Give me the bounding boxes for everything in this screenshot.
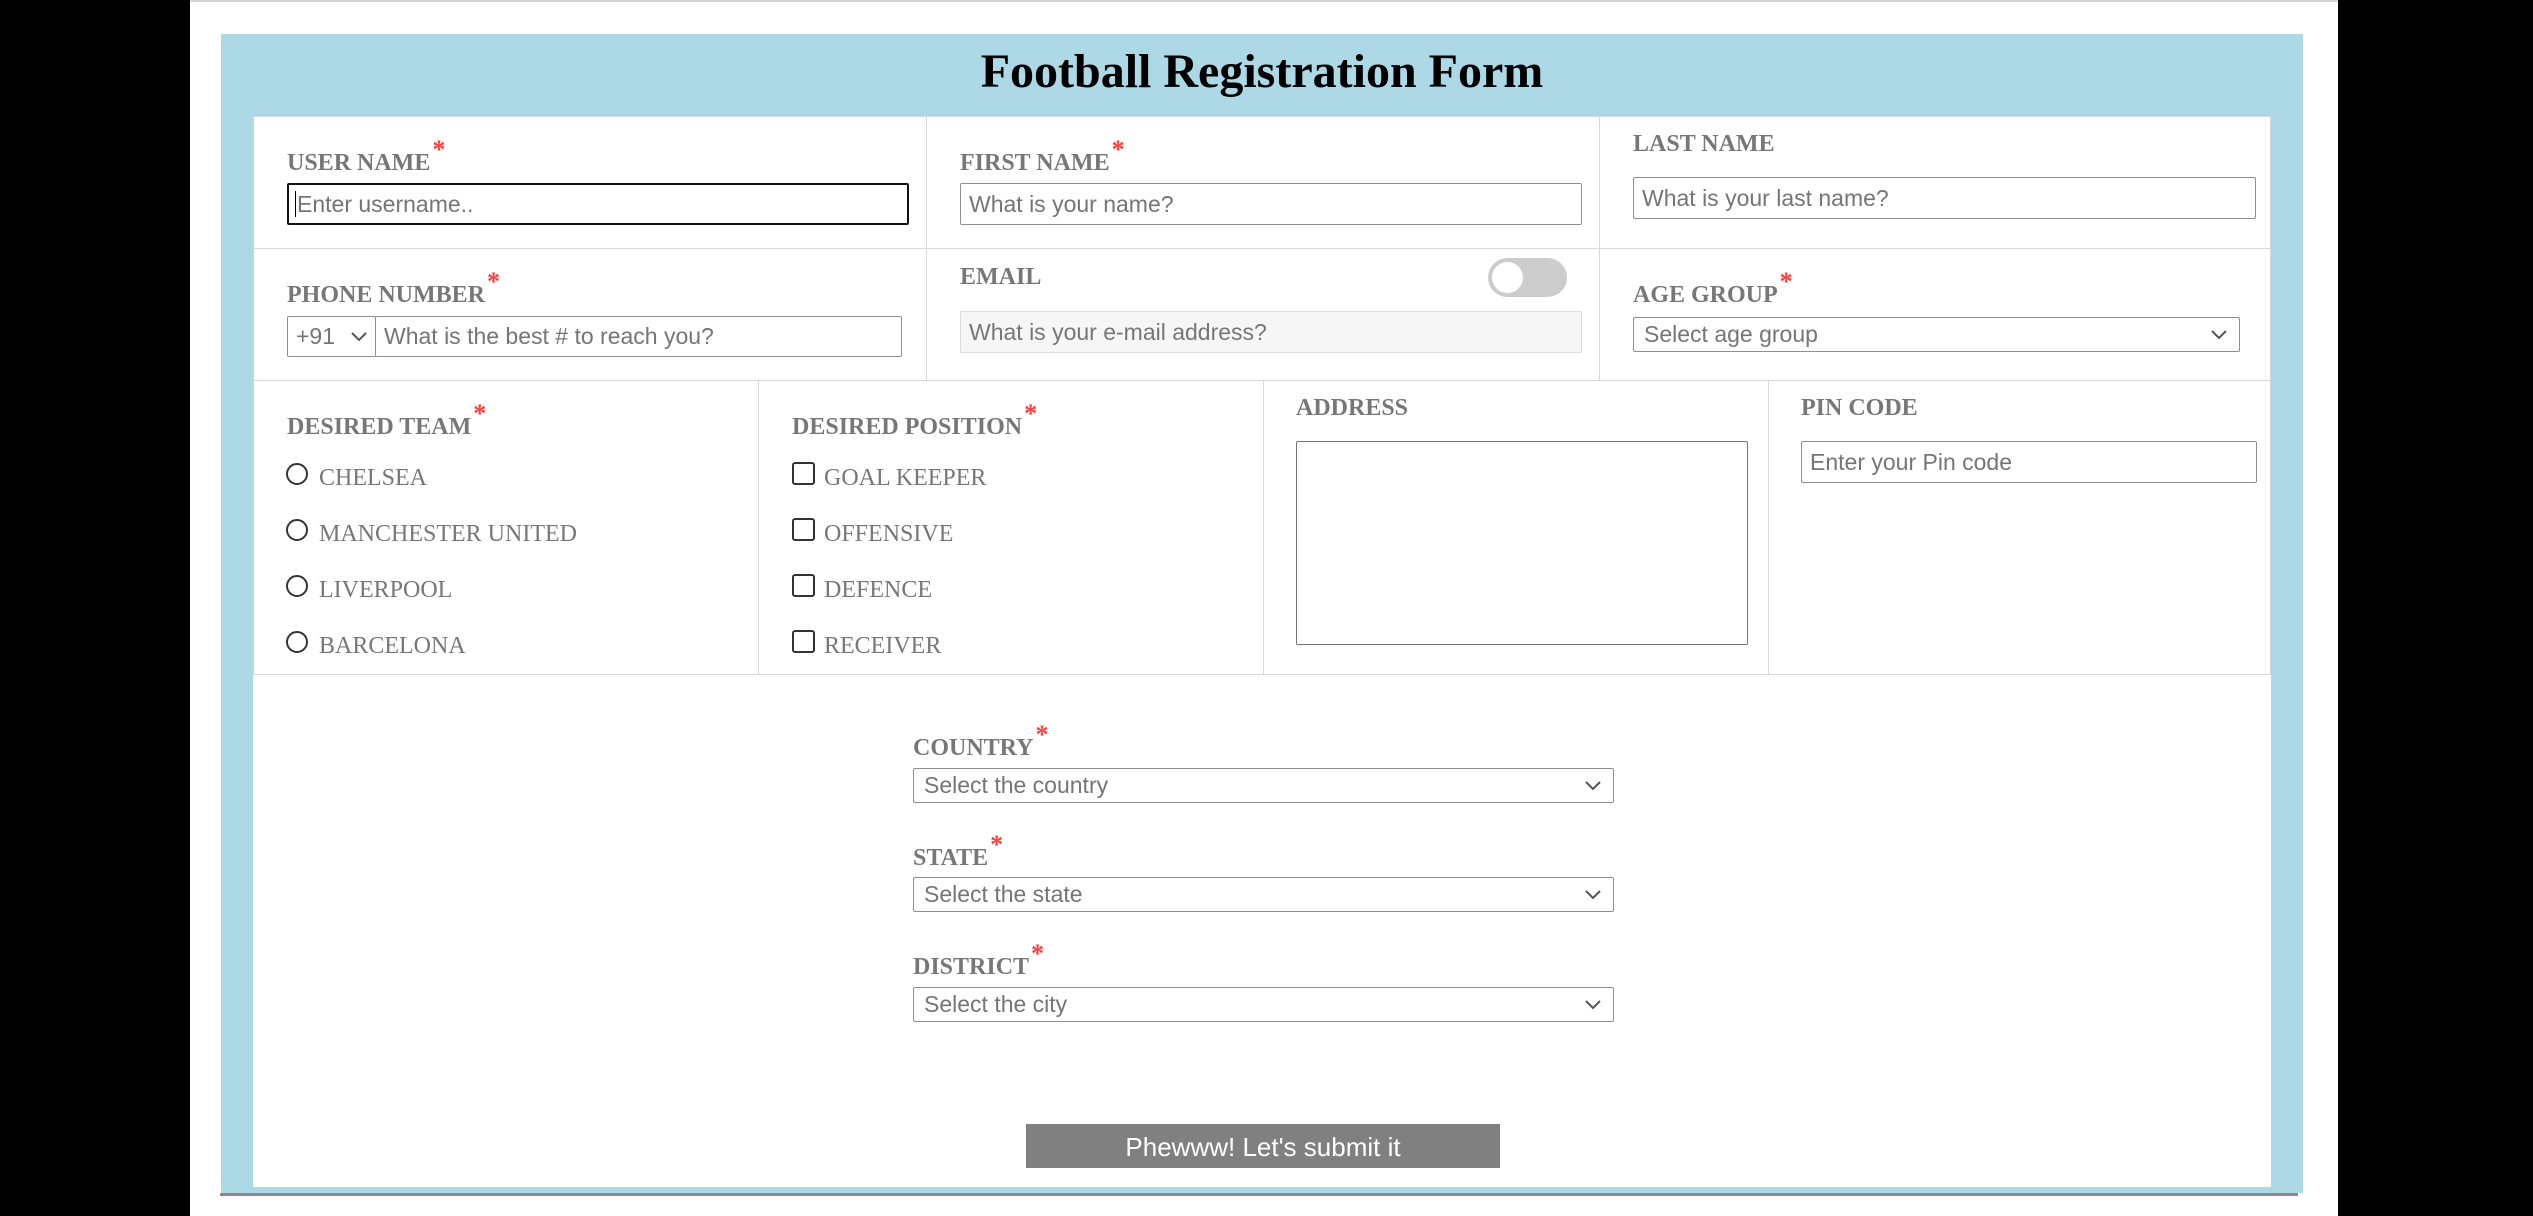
pincode-input[interactable]: Enter your Pin code	[1801, 441, 2257, 483]
required-asterisk: *	[1111, 135, 1125, 164]
checkbox-offensive[interactable]	[792, 518, 815, 541]
firstname-input[interactable]: What is your name?	[960, 183, 1582, 225]
email-cell: EMAIL What is your e-mail address?	[926, 248, 1600, 381]
option-liverpool: LIVERPOOL	[319, 577, 453, 603]
agegroup-value: Select age group	[1644, 321, 1818, 347]
required-asterisk: *	[432, 135, 446, 164]
firstname-label: FIRST NAME*	[960, 135, 1125, 176]
bottom-divider	[220, 1193, 2298, 1196]
chevron-down-icon	[1585, 890, 1601, 900]
district-label: DISTRICT*	[913, 939, 1045, 980]
team-cell: DESIRED TEAM* CHELSEA MANCHESTER UNITED …	[253, 380, 759, 675]
registration-form: USER NAME* Enter username.. FIRST NAME* …	[253, 116, 2271, 1187]
phone-cell: PHONE NUMBER* +91 What is the best # to …	[253, 248, 927, 381]
radio-chelsea[interactable]	[286, 463, 308, 485]
submit-button[interactable]: Phewww! Let's submit it	[1026, 1124, 1500, 1168]
lastname-label: LAST NAME	[1633, 131, 1775, 157]
agegroup-label: AGE GROUP*	[1633, 267, 1793, 308]
required-asterisk: *	[473, 399, 487, 428]
form-title: Football Registration Form	[980, 45, 1544, 98]
required-asterisk: *	[487, 267, 500, 296]
required-asterisk: *	[1024, 399, 1038, 428]
option-goal-keeper: GOAL KEEPER	[824, 465, 987, 491]
phone-input[interactable]: What is the best # to reach you?	[375, 316, 902, 357]
firstname-cell: FIRST NAME* What is your name?	[926, 116, 1600, 249]
email-toggle-switch[interactable]	[1488, 258, 1567, 297]
toggle-knob	[1492, 262, 1523, 293]
agegroup-select[interactable]: Select age group	[1633, 317, 2240, 352]
pincode-cell: PIN CODE Enter your Pin code	[1768, 380, 2271, 675]
position-label: DESIRED POSITION*	[792, 399, 1038, 440]
required-asterisk: *	[1035, 720, 1049, 749]
option-defence: DEFENCE	[824, 577, 932, 603]
position-cell: DESIRED POSITION* GOAL KEEPER OFFENSIVE …	[758, 380, 1264, 675]
text-caret	[295, 191, 296, 217]
lastname-cell: LAST NAME What is your last name?	[1599, 116, 2271, 249]
country-value: Select the country	[924, 772, 1109, 798]
checkbox-defence[interactable]	[792, 574, 815, 597]
required-asterisk: *	[1031, 939, 1045, 968]
username-cell: USER NAME* Enter username..	[253, 116, 927, 249]
phone-label: PHONE NUMBER*	[287, 267, 500, 308]
top-divider	[190, 0, 2338, 2]
email-label: EMAIL	[960, 264, 1042, 290]
district-value: Select the city	[924, 991, 1068, 1017]
district-select[interactable]: Select the city	[913, 987, 1614, 1022]
team-label: DESIRED TEAM*	[287, 399, 487, 440]
option-receiver: RECEIVER	[824, 633, 942, 659]
username-label: USER NAME*	[287, 135, 446, 176]
option-offensive: OFFENSIVE	[824, 521, 954, 547]
option-manchester-united: MANCHESTER UNITED	[319, 521, 577, 547]
state-value: Select the state	[924, 881, 1083, 907]
country-select[interactable]: Select the country	[913, 768, 1614, 803]
chevron-down-icon	[351, 332, 367, 342]
country-code-select[interactable]: +91	[287, 316, 376, 357]
country-label: COUNTRY*	[913, 720, 1049, 761]
checkbox-goal-keeper[interactable]	[792, 462, 815, 485]
form-frame: Football Registration Form USER NAME* En…	[221, 34, 2303, 1193]
state-select[interactable]: Select the state	[913, 877, 1614, 912]
username-input[interactable]: Enter username..	[287, 183, 909, 225]
chevron-down-icon	[2211, 330, 2227, 340]
lastname-input[interactable]: What is your last name?	[1633, 177, 2256, 219]
page: Football Registration Form USER NAME* En…	[190, 0, 2338, 1216]
radio-barcelona[interactable]	[286, 631, 308, 653]
radio-liverpool[interactable]	[286, 575, 308, 597]
option-barcelona: BARCELONA	[319, 633, 466, 659]
checkbox-receiver[interactable]	[792, 630, 815, 653]
agegroup-cell: AGE GROUP* Select age group	[1599, 248, 2271, 381]
required-asterisk: *	[1779, 267, 1793, 296]
username-placeholder: Enter username..	[297, 191, 474, 217]
required-asterisk: *	[990, 830, 1004, 859]
address-textarea[interactable]	[1296, 441, 1748, 645]
pincode-label: PIN CODE	[1801, 395, 1918, 421]
radio-manchester-united[interactable]	[286, 519, 308, 541]
address-label: ADDRESS	[1296, 395, 1409, 421]
option-chelsea: CHELSEA	[319, 465, 427, 491]
address-cell: ADDRESS	[1263, 380, 1769, 675]
country-code-value: +91	[296, 323, 336, 349]
state-label: STATE*	[913, 830, 1004, 871]
chevron-down-icon	[1585, 1000, 1601, 1010]
chevron-down-icon	[1585, 781, 1601, 791]
email-input[interactable]: What is your e-mail address?	[960, 311, 1582, 353]
